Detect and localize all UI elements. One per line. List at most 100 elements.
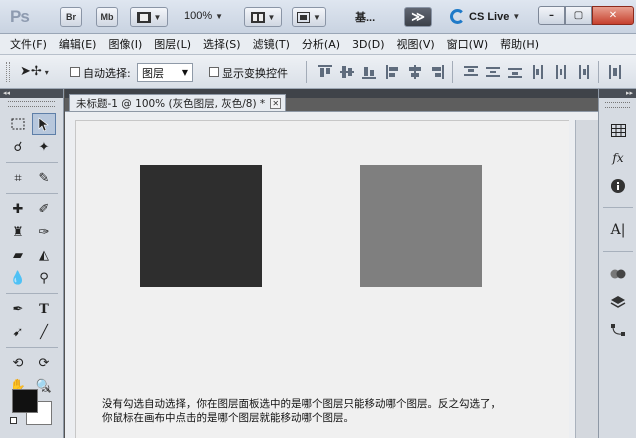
mini-bridge-button[interactable]: Mb [96,7,118,27]
layers-icon[interactable] [606,291,630,313]
default-colors-icon[interactable] [10,417,17,424]
distribute-top-icon[interactable] [464,65,478,79]
distribute-horizontal-center-icon[interactable] [554,65,568,79]
canvas-caption: 没有勾选自动选择，你在图层面板选中的是哪个图层只能移动哪个图层。反之勾选了， 你… [102,397,562,425]
menu-filter[interactable]: 滤镜(T) [247,36,296,52]
magic-wand-tool-icon[interactable]: ✦ [32,136,56,158]
dark-square-layer[interactable] [140,165,262,287]
menu-view[interactable]: 视图(V) [391,36,441,52]
paint-bucket-tool-icon[interactable]: ◭ [32,244,56,266]
restore-button[interactable]: ▢ [565,6,592,25]
align-vertical-center-icon[interactable] [340,65,354,79]
chevron-down-icon: ▼ [215,12,224,21]
lasso-tool-icon[interactable]: ☌ [6,136,30,158]
menu-window[interactable]: 窗口(W) [441,36,494,52]
menu-layer[interactable]: 图层(L) [148,36,197,52]
pen-tool-icon[interactable]: ✒ [6,298,30,320]
close-icon[interactable]: ✕ [270,97,282,109]
menu-image[interactable]: 图像(I) [102,36,148,52]
menu-3d[interactable]: 3D(D) [346,38,391,51]
path-selection-tool-icon[interactable]: ➹ [6,321,30,343]
healing-brush-tool-icon[interactable]: ✚ [6,198,30,220]
distribute-right-icon[interactable] [576,65,590,79]
gray-square-layer[interactable] [360,165,482,287]
more-workspaces-button[interactable]: ≫ [404,7,432,27]
menu-edit[interactable]: 编辑(E) [53,36,103,52]
bridge-button[interactable]: Br [60,7,82,27]
document-tab-title: 未标题-1 @ 100% (灰色图层, 灰色/8) * [76,97,266,110]
panel-dock-grip[interactable] [605,102,630,108]
tool-preset-picker[interactable]: ➤✢ ▾ [20,64,49,79]
channels-icon[interactable] [606,263,630,285]
auto-select-label: 自动选择: [83,67,131,80]
eraser-tool-icon[interactable]: ▰ [6,244,30,266]
show-transform-checkbox[interactable] [209,67,219,77]
menu-file[interactable]: 文件(F) [0,36,53,52]
tool-grid: ☌ ✦ ⌗ ✎ ✚ ✐ ♜ ✑ ▰ ◭ 💧 ⚲ ✒ T ➹ ╱ ⟲ ⟳ ✋ 🔍 [6,113,60,397]
auto-align-layers-icon[interactable] [608,65,622,79]
canvas-viewport: 没有勾选自动选择，你在图层面板选中的是哪个图层只能移动哪个图层。反之勾选了， 你… [65,111,598,438]
align-left-icon[interactable] [386,65,400,79]
histogram-icon[interactable] [606,119,630,141]
tools-panel-collapse[interactable]: ◂◂ [0,89,63,98]
cs-live-menu[interactable]: CS Live ▼ [450,9,520,24]
workspace-switcher[interactable]: 基... [355,9,375,25]
screen-mode-dropdown[interactable]: ▼ [292,7,326,27]
clone-stamp-tool-icon[interactable]: ♜ [6,221,30,243]
marquee-tool-icon[interactable] [6,113,30,135]
info-icon[interactable] [606,175,630,197]
cs-live-label: CS Live [469,10,510,23]
history-brush-tool-icon[interactable]: ✑ [32,221,56,243]
view-extras-dropdown[interactable]: ▼ [130,7,168,27]
3d-rotate-tool-icon[interactable]: ⟲ [6,352,30,374]
panel-dock: ▸▸ fx A| [598,89,636,438]
tools-panel-grip[interactable] [8,101,55,107]
options-bar-grip[interactable] [6,62,10,82]
close-button[interactable]: ✕ [592,6,634,25]
foreground-color-swatch[interactable] [12,389,38,413]
align-horizontal-center-icon[interactable] [408,65,422,79]
document-tab[interactable]: 未标题-1 @ 100% (灰色图层, 灰色/8) * ✕ [69,94,287,111]
brush-tool-icon[interactable]: ✐ [32,198,56,220]
caption-line-1: 没有勾选自动选择，你在图层面板选中的是哪个图层只能移动哪个图层。反之勾选了， [102,398,501,410]
zoom-level[interactable]: 100% ▼ [184,10,223,22]
chevron-down-icon: ▼ [181,68,188,77]
move-tool-icon[interactable] [32,113,56,135]
menu-analysis[interactable]: 分析(A) [296,36,346,52]
paths-icon[interactable] [606,319,630,341]
type-tool-icon[interactable]: T [32,298,56,320]
panel-dock-collapse[interactable]: ▸▸ [599,89,636,98]
align-right-icon[interactable] [430,65,444,79]
align-bottom-icon[interactable] [362,65,376,79]
screen-mode-icon [297,11,311,23]
document-area: 未标题-1 @ 100% (灰色图层, 灰色/8) * ✕ 没有勾选自动选择，你… [65,89,598,438]
canvas[interactable]: 没有勾选自动选择，你在图层面板选中的是哪个图层只能移动哪个图层。反之勾选了， 你… [75,120,569,438]
zoom-value: 100% [184,10,213,22]
auto-select-target-select[interactable]: 图层 ▼ [137,63,193,82]
distribute-bottom-icon[interactable] [508,65,522,79]
crop-tool-icon[interactable]: ⌗ [6,167,30,189]
align-top-icon[interactable] [318,65,332,79]
blur-tool-icon[interactable]: 💧 [6,267,30,289]
menu-help[interactable]: 帮助(H) [494,36,545,52]
distribute-left-icon[interactable] [532,65,546,79]
cs-live-icon [450,9,465,24]
character-icon[interactable]: A| [606,219,630,241]
menu-select[interactable]: 选择(S) [197,36,247,52]
tools-panel: ◂◂ ☌ ✦ ⌗ ✎ ✚ ✐ ♜ ✑ ▰ ◭ 💧 ⚲ ✒ T ➹ ╱ ⟲ ⟳ ✋… [0,89,64,438]
tool-divider [6,162,58,163]
vertical-scrollbar[interactable] [575,120,598,438]
dodge-tool-icon[interactable]: ⚲ [32,267,56,289]
minimize-button[interactable]: – [538,6,565,25]
chevron-down-icon: ▼ [512,12,521,21]
line-tool-icon[interactable]: ╱ [32,321,56,343]
options-divider [452,61,453,83]
eyedropper-tool-icon[interactable]: ✎ [32,167,56,189]
distribute-vertical-center-icon[interactable] [486,65,500,79]
swap-colors-icon[interactable]: ⤾ [42,385,50,395]
fx-icon[interactable]: fx [606,147,630,169]
auto-select-checkbox[interactable] [70,67,80,77]
menu-bar: 文件(F) 编辑(E) 图像(I) 图层(L) 选择(S) 滤镜(T) 分析(A… [0,34,636,55]
arrange-documents-dropdown[interactable]: ▼ [244,7,282,27]
3d-orbit-tool-icon[interactable]: ⟳ [32,352,56,374]
